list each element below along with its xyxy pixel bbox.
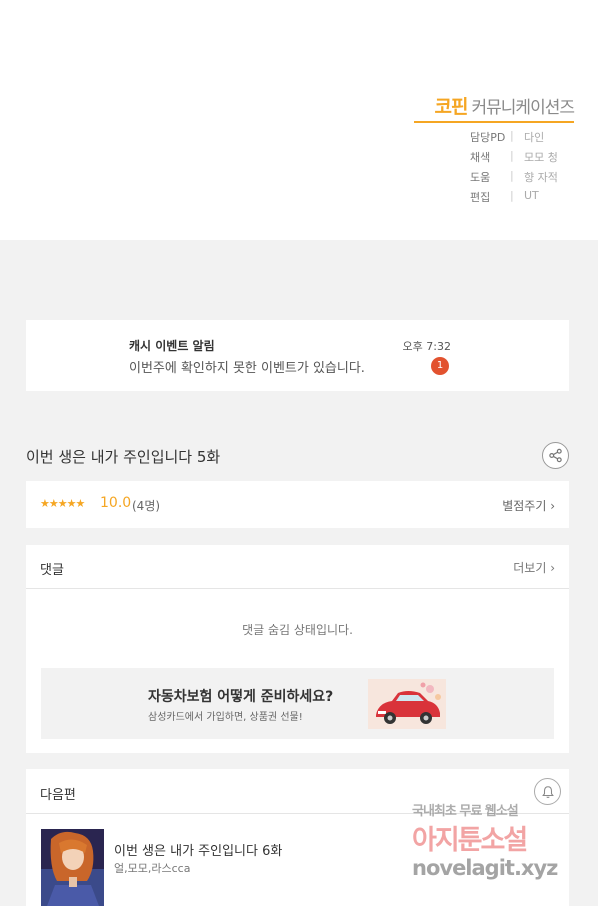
logo-main-text: 코핀 — [434, 96, 469, 118]
ad-subtitle: 삼성카드에서 가입하면, 상품권 선물! — [148, 712, 303, 723]
cash-event-notification[interactable]: 캐시 이벤트 알림 이번주에 확인하지 못한 이벤트가 있습니다. 오후 7:3… — [26, 320, 569, 391]
credit-name: UT — [524, 189, 539, 202]
red-car-image — [368, 679, 446, 729]
episode-title: 이번 생은 내가 주인입니다 5화 — [26, 448, 221, 466]
ad-title: 자동차보험 어떻게 준비하세요? — [148, 689, 334, 705]
next-episode-label: 다음편 — [40, 788, 76, 803]
logo-sub-text: 커뮤니케이션즈 — [471, 98, 575, 118]
credit-role: 도움 — [470, 171, 491, 184]
rating-bar: ★★★★★ 10.0 (4명) 별점주기 › — [26, 481, 569, 528]
rating-count: (4명) — [132, 499, 161, 513]
credit-line-assist: 도움 | 향 자적 — [414, 169, 574, 184]
credit-line-color: 채색 | 모모 청 — [414, 149, 574, 164]
credit-line-edit: 편집 | UT — [414, 189, 574, 204]
watermark-tagline: 국내최초 무료 웹소설 — [412, 804, 519, 819]
comments-more-link[interactable]: 더보기 › — [513, 559, 555, 576]
star-rating-icon: ★★★★★ — [40, 497, 85, 510]
watermark-brand: 아지툰소설 — [412, 825, 528, 856]
bell-icon — [541, 785, 554, 798]
credit-role: 담당PD — [470, 131, 506, 144]
notification-title: 캐시 이벤트 알림 — [129, 339, 215, 353]
credit-role: 편집 — [470, 191, 491, 204]
comments-label: 댓글 — [40, 563, 64, 578]
credit-name: 향 자적 — [524, 171, 558, 184]
episode-thumbnail — [41, 829, 104, 906]
next-episode-authors: 얼,모모,라스cca — [114, 862, 191, 875]
share-button[interactable] — [542, 442, 569, 469]
notification-text: 이번주에 확인하지 못한 이벤트가 있습니다. — [129, 361, 365, 376]
rating-score: 10.0 — [100, 495, 132, 511]
credit-line-pd: 담당PD | 다인 — [414, 129, 574, 144]
credits-block: 코핀 커뮤니케이션즈 담당PD | 다인 채색 | 모모 청 도움 | 향 자적… — [414, 92, 575, 204]
share-icon — [549, 448, 562, 463]
credit-separator: | — [510, 149, 514, 162]
comments-section: 댓글 더보기 › 댓글 숨김 상태입니다. 자동차보험 어떻게 준비하세요? 삼… — [26, 545, 569, 753]
studio-logo: 코핀 커뮤니케이션즈 — [414, 92, 575, 123]
notification-count-badge: 1 — [431, 357, 449, 375]
site-watermark: 국내최초 무료 웹소설 아지툰소설 novelagit.xyz — [412, 800, 582, 888]
cover-area: 코핀 커뮤니케이션즈 담당PD | 다인 채색 | 모모 청 도움 | 향 자적… — [0, 0, 598, 240]
credit-separator: | — [510, 189, 514, 202]
credit-name: 다인 — [524, 131, 545, 144]
comments-header: 댓글 더보기 › — [26, 545, 569, 589]
credit-role: 채색 — [470, 151, 491, 164]
rate-button[interactable]: 별점주기 › — [502, 497, 555, 514]
credit-separator: | — [510, 129, 514, 142]
next-episode-title: 이번 생은 내가 주인입니다 6화 — [114, 844, 283, 859]
comments-hidden-text: 댓글 숨김 상태입니다. — [242, 623, 353, 637]
credit-name: 모모 청 — [524, 151, 558, 164]
notification-time: 오후 7:32 — [402, 340, 451, 353]
credit-separator: | — [510, 169, 514, 182]
watermark-url: novelagit.xyz — [412, 856, 558, 880]
insurance-ad-banner[interactable]: 자동차보험 어떻게 준비하세요? 삼성카드에서 가입하면, 상품권 선물! — [41, 668, 554, 739]
